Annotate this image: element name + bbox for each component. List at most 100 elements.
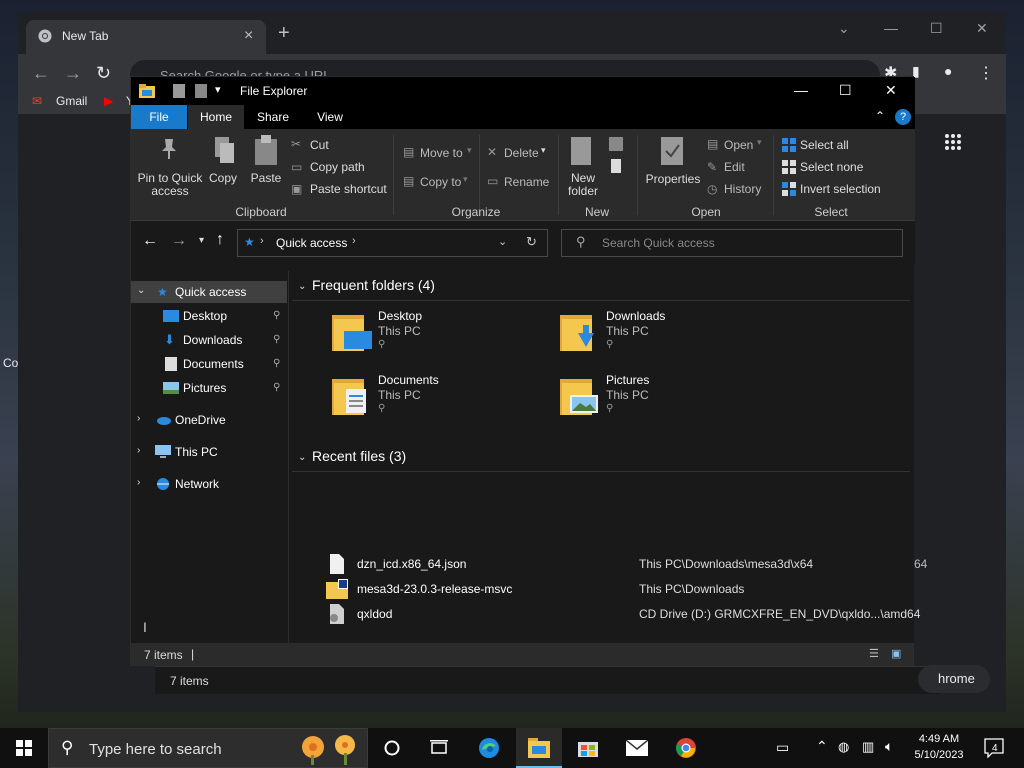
- rename-button[interactable]: Rename: [504, 175, 549, 189]
- chrome-partial-button[interactable]: hrome: [918, 665, 990, 693]
- chrome-back-icon[interactable]: ←: [32, 63, 50, 84]
- cut-button[interactable]: Cut: [310, 138, 329, 152]
- breadcrumb-quick-access[interactable]: Quick access: [276, 236, 347, 250]
- task-view-icon[interactable]: [416, 728, 462, 768]
- system-clock[interactable]: 4:49 AM 5/10/2023: [910, 731, 968, 763]
- paste-shortcut-button[interactable]: Paste shortcut: [310, 182, 387, 196]
- new-tab-icon[interactable]: +: [278, 23, 290, 43]
- chrome-menu-icon[interactable]: ⋮: [978, 63, 994, 83]
- new-item-icon[interactable]: [609, 137, 623, 151]
- ribbon-collapse-icon[interactable]: ⌃: [875, 109, 885, 123]
- show-hidden-icons-chevron[interactable]: ⌃: [816, 738, 828, 755]
- ribbon-tab-share[interactable]: Share: [245, 105, 301, 129]
- recent-file-row[interactable]: qxldod CD Drive (D:) GRMCXFRE_EN_DVD\qxl…: [290, 602, 920, 626]
- explorer-app-icon: [139, 84, 155, 98]
- google-apps-icon[interactable]: [944, 133, 962, 151]
- details-view-icon[interactable]: ☰: [869, 647, 879, 660]
- nav-item-pictures[interactable]: Pictures ⚲: [131, 377, 287, 399]
- delete-button[interactable]: Delete: [504, 146, 539, 160]
- tab-search-icon[interactable]: ⌄: [838, 20, 850, 37]
- qat-newfolder-icon[interactable]: [195, 84, 207, 98]
- search-input[interactable]: ⚲ Search Quick access: [561, 229, 903, 257]
- chrome-maximize-icon[interactable]: ☐: [930, 20, 943, 37]
- chrome-reload-icon[interactable]: ↻: [96, 63, 111, 84]
- nav-item-quick-access[interactable]: ⌄ ★ Quick access: [131, 281, 287, 303]
- keyboard-icon[interactable]: ▭: [776, 739, 789, 756]
- frequent-folders-header[interactable]: Frequent folders (4): [312, 277, 435, 293]
- history-button[interactable]: History: [724, 182, 761, 196]
- cortana-icon[interactable]: [369, 728, 415, 768]
- bookmark-gmail[interactable]: Gmail: [56, 94, 87, 108]
- chrome-taskbar-icon[interactable]: [663, 728, 709, 768]
- nav-item-network[interactable]: › Network: [131, 473, 287, 495]
- address-bar[interactable]: ★ › Quick access › ⌄ ↻: [237, 229, 548, 257]
- store-icon[interactable]: [565, 728, 611, 768]
- expand-chevron-icon[interactable]: ›: [137, 445, 140, 456]
- copy-path-button[interactable]: Copy path: [310, 160, 365, 174]
- expand-chevron-icon[interactable]: ›: [137, 477, 140, 488]
- recent-collapse-icon[interactable]: ⌄: [298, 452, 306, 463]
- breadcrumb-chevron-icon[interactable]: ›: [352, 235, 356, 247]
- copy-to-button[interactable]: Copy to: [420, 175, 461, 189]
- chrome-forward-icon[interactable]: →: [64, 63, 82, 84]
- qat-customize-icon[interactable]: ▾: [215, 83, 221, 96]
- explorer-maximize-icon[interactable]: ☐: [839, 82, 852, 99]
- new-folder-button[interactable]: New folder: [559, 172, 607, 198]
- meet-now-icon[interactable]: ◍: [838, 739, 849, 755]
- properties-button[interactable]: Properties: [643, 173, 703, 186]
- nav-item-this-pc[interactable]: › This PC: [131, 441, 287, 463]
- collapse-chevron-icon[interactable]: ⌄: [137, 285, 145, 296]
- network-tray-icon[interactable]: ▥: [862, 739, 874, 755]
- nav-item-onedrive[interactable]: › OneDrive: [131, 409, 287, 431]
- notifications-icon[interactable]: 4: [984, 738, 1004, 758]
- volume-muted-icon[interactable]: 🔈︎: [885, 738, 893, 755]
- recent-files-header[interactable]: Recent files (3): [312, 448, 406, 464]
- nav-item-documents[interactable]: Documents ⚲: [131, 353, 287, 375]
- folder-tile-downloads[interactable]: Downloads This PC ⚲: [558, 307, 778, 361]
- move-to-button[interactable]: Move to: [420, 146, 463, 160]
- folder-tile-documents[interactable]: Documents This PC ⚲: [330, 371, 550, 425]
- chrome-tab-new-tab[interactable]: New Tab ×: [26, 20, 266, 54]
- expand-chevron-icon[interactable]: ›: [137, 413, 140, 424]
- windows-start-icon[interactable]: [16, 740, 32, 756]
- recent-file-row[interactable]: dzn_icd.x86_64.json This PC\Downloads\me…: [290, 552, 910, 576]
- help-icon[interactable]: ?: [895, 109, 911, 125]
- easy-access-icon[interactable]: [611, 159, 621, 173]
- profile-icon[interactable]: ●: [944, 63, 952, 79]
- nav-item-desktop[interactable]: Desktop ⚲: [131, 305, 287, 327]
- large-icons-view-icon[interactable]: ▣: [891, 647, 901, 660]
- tab-close-icon[interactable]: ×: [244, 27, 253, 45]
- pin-to-quick-access-button[interactable]: Pin to Quick access: [137, 172, 203, 198]
- invert-selection-button[interactable]: Invert selection: [800, 182, 881, 196]
- refresh-icon[interactable]: ↻: [526, 234, 537, 250]
- frequent-collapse-icon[interactable]: ⌄: [298, 281, 306, 292]
- up-icon[interactable]: ↑: [216, 231, 224, 249]
- mail-icon[interactable]: [614, 728, 660, 768]
- chrome-minimize-icon[interactable]: —: [884, 20, 898, 36]
- ribbon-tab-home[interactable]: Home: [188, 105, 244, 129]
- paste-button[interactable]: Paste: [247, 172, 285, 185]
- qat-properties-icon[interactable]: [173, 84, 185, 98]
- explorer-close-icon[interactable]: ✕: [885, 82, 897, 99]
- select-none-button[interactable]: Select none: [800, 160, 863, 174]
- folder-tile-desktop[interactable]: Desktop This PC ⚲: [330, 307, 550, 361]
- taskbar-search-input[interactable]: ⚲ Type here to search: [48, 728, 368, 768]
- ribbon-tab-file[interactable]: File: [131, 105, 187, 129]
- pin-icon: ⚲: [273, 334, 281, 345]
- nav-item-downloads[interactable]: ⬇ Downloads ⚲: [131, 329, 287, 351]
- recent-file-row[interactable]: mesa3d-23.0.3-release-msvc This PC\Downl…: [290, 577, 910, 601]
- select-all-button[interactable]: Select all: [800, 138, 849, 152]
- file-explorer-taskbar-icon[interactable]: [516, 728, 562, 768]
- recent-locations-icon[interactable]: ▾: [199, 235, 204, 246]
- forward-icon[interactable]: →: [171, 232, 187, 250]
- folder-tile-pictures[interactable]: Pictures This PC ⚲: [558, 371, 778, 425]
- edit-button[interactable]: Edit: [724, 160, 745, 174]
- back-icon[interactable]: ←: [142, 232, 158, 250]
- open-button[interactable]: Open: [724, 138, 753, 152]
- edge-icon[interactable]: [466, 728, 512, 768]
- explorer-minimize-icon[interactable]: —: [794, 82, 808, 98]
- chrome-close-icon[interactable]: ✕: [976, 20, 988, 37]
- address-dropdown-icon[interactable]: ⌄: [498, 235, 507, 248]
- copy-button[interactable]: Copy: [205, 172, 241, 185]
- ribbon-tab-view[interactable]: View: [302, 105, 358, 129]
